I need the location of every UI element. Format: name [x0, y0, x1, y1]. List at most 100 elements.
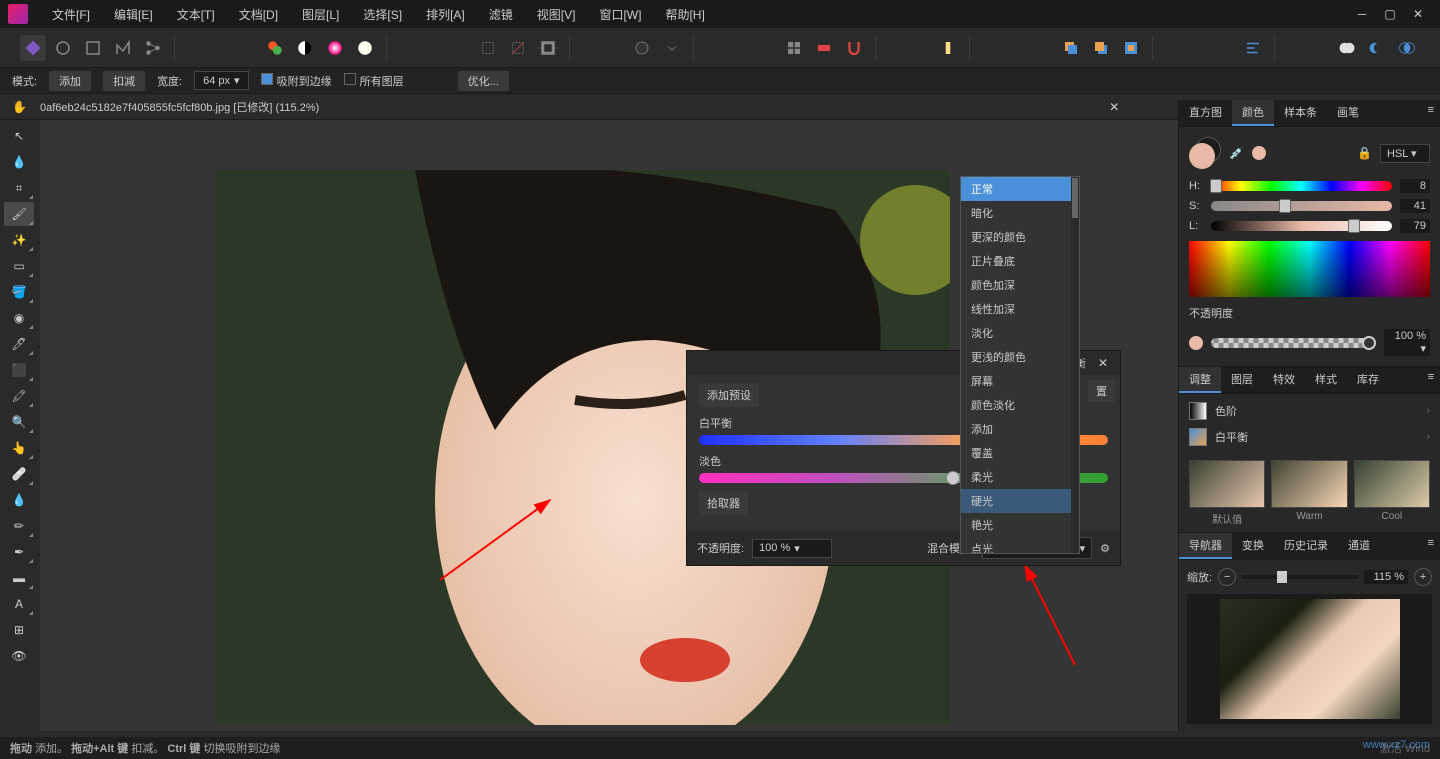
persona-export-icon[interactable]: [140, 35, 166, 61]
blend-mode-option[interactable]: 更浅的颜色: [961, 345, 1079, 369]
preset-default[interactable]: 默认值: [1189, 460, 1265, 526]
tab-histogram[interactable]: 直方图: [1179, 100, 1232, 126]
clone-tool-icon[interactable]: 🖍: [4, 384, 34, 408]
width-dropdown[interactable]: 64 px▾: [194, 71, 248, 90]
blend-mode-option[interactable]: 添加: [961, 417, 1079, 441]
blend-mode-option[interactable]: 颜色加深: [961, 273, 1079, 297]
tab-stock[interactable]: 库存: [1347, 367, 1389, 393]
zoom-slider[interactable]: [1242, 575, 1358, 579]
minimize-icon[interactable]: ─: [1356, 8, 1368, 20]
menu-edit[interactable]: 编辑[E]: [102, 6, 165, 23]
paint-brush-tool-icon[interactable]: 🖊: [4, 332, 34, 356]
hue-slider[interactable]: [1211, 181, 1392, 191]
blend-mode-option[interactable]: 点光: [961, 537, 1079, 554]
menu-window[interactable]: 窗口[W]: [587, 6, 653, 23]
mesh-tool-icon[interactable]: ⊞: [4, 618, 34, 642]
pen-tool-icon[interactable]: ✒: [4, 540, 34, 564]
tab-adjustments[interactable]: 调整: [1179, 367, 1221, 393]
all-layers-checkbox[interactable]: 所有图层: [344, 73, 404, 89]
snap-icon[interactable]: [811, 35, 837, 61]
magic-wand-tool-icon[interactable]: ✨: [4, 228, 34, 252]
tab-color[interactable]: 颜色: [1232, 100, 1274, 126]
menu-layer[interactable]: 图层[L]: [290, 6, 351, 23]
blend-mode-option[interactable]: 柔光: [961, 465, 1079, 489]
wb-picker-button[interactable]: 拾取器: [699, 491, 748, 515]
blur-tool-icon[interactable]: 💧: [4, 488, 34, 512]
mode-subtract-button[interactable]: 扣减: [103, 71, 145, 91]
opacity-slider[interactable]: [1211, 338, 1376, 348]
persona-liquify-icon[interactable]: [50, 35, 76, 61]
tab-styles[interactable]: 样式: [1305, 367, 1347, 393]
text-tool-icon[interactable]: A: [4, 592, 34, 616]
tab-effects[interactable]: 特效: [1263, 367, 1305, 393]
tab-navigator[interactable]: 导航器: [1179, 533, 1232, 559]
opacity-value-dropdown[interactable]: 100 % ▾: [1384, 329, 1430, 356]
wb-gear-icon[interactable]: ⚙: [1100, 542, 1110, 555]
zoom-value[interactable]: 115 %: [1364, 570, 1408, 584]
menu-select[interactable]: 选择[S]: [351, 6, 414, 23]
erase-tool-icon[interactable]: ⬛: [4, 358, 34, 382]
tab-swatches[interactable]: 样本条: [1274, 100, 1327, 126]
panel-menu-icon[interactable]: ≡: [1422, 367, 1440, 393]
blend-mode-option[interactable]: 艳光: [961, 513, 1079, 537]
boolean-subtract-icon[interactable]: [1364, 35, 1390, 61]
boolean-intersect-icon[interactable]: [1394, 35, 1420, 61]
grid-icon[interactable]: [781, 35, 807, 61]
color-spectrum[interactable]: [1189, 241, 1430, 297]
inpaint-tool-icon[interactable]: 👆: [4, 436, 34, 460]
boolean-add-icon[interactable]: [1334, 35, 1360, 61]
menu-filters[interactable]: 滤镜: [477, 6, 525, 23]
color-picker-tool-icon[interactable]: 💧: [4, 150, 34, 174]
color-model-dropdown[interactable]: HSL ▾: [1380, 144, 1430, 163]
color-swatch-main[interactable]: [1189, 137, 1221, 169]
blend-mode-option[interactable]: 线性加深: [961, 297, 1079, 321]
color-ball-icon[interactable]: [352, 35, 378, 61]
panel-menu-icon[interactable]: ≡: [1422, 100, 1440, 126]
optimize-button[interactable]: 优化...: [458, 71, 509, 91]
light-slider[interactable]: [1211, 221, 1392, 231]
flood-tool-icon[interactable]: 🪣: [4, 280, 34, 304]
selection-invert-icon[interactable]: [535, 35, 561, 61]
persona-develop-icon[interactable]: [80, 35, 106, 61]
panel-menu-icon[interactable]: ≡: [1422, 533, 1440, 559]
mode-add-button[interactable]: 添加: [49, 71, 91, 91]
dropdown-caret-icon[interactable]: [659, 35, 685, 61]
adjustment-white-balance[interactable]: 白平衡 ›: [1179, 424, 1440, 450]
blend-mode-option[interactable]: 淡化: [961, 321, 1079, 345]
assistant-icon[interactable]: [935, 35, 961, 61]
tab-layers[interactable]: 图层: [1221, 367, 1263, 393]
persona-photo-icon[interactable]: [20, 35, 46, 61]
blend-mode-option[interactable]: 正常: [961, 177, 1079, 201]
tab-transform[interactable]: 变换: [1232, 533, 1274, 559]
wb-panel-close-icon[interactable]: ✕: [1094, 356, 1112, 370]
blend-mode-option[interactable]: 暗化: [961, 201, 1079, 225]
color-swap-icon[interactable]: [262, 35, 288, 61]
menu-file[interactable]: 文件[F]: [40, 6, 102, 23]
zoom-in-button[interactable]: +: [1414, 568, 1432, 586]
menu-text[interactable]: 文本[T]: [165, 6, 227, 23]
arrange-back-icon[interactable]: [1088, 35, 1114, 61]
maximize-icon[interactable]: ▢: [1384, 8, 1396, 20]
persona-tone-icon[interactable]: [110, 35, 136, 61]
hue-value[interactable]: 8: [1400, 179, 1430, 193]
crop-tool-icon[interactable]: ⌗: [4, 176, 34, 200]
arrange-inside-icon[interactable]: [1118, 35, 1144, 61]
menu-help[interactable]: 帮助[H]: [653, 6, 716, 23]
blend-mode-option[interactable]: 正片叠底: [961, 249, 1079, 273]
blend-mode-option[interactable]: 颜色淡化: [961, 393, 1079, 417]
magnet-icon[interactable]: [841, 35, 867, 61]
selection-deselect-icon[interactable]: [505, 35, 531, 61]
view-tool-icon[interactable]: 👁: [4, 644, 34, 668]
zoom-tool-icon[interactable]: 🔍: [4, 410, 34, 434]
blend-mode-option[interactable]: 硬光: [961, 489, 1079, 513]
blend-mode-option[interactable]: 更深的颜色: [961, 225, 1079, 249]
shape-tool-icon[interactable]: ▬: [4, 566, 34, 590]
color-wheel-icon[interactable]: [322, 35, 348, 61]
bw-icon[interactable]: [292, 35, 318, 61]
sat-slider[interactable]: [1211, 201, 1392, 211]
hand-tool-icon[interactable]: ✋: [12, 100, 27, 114]
selection-rect-icon[interactable]: [475, 35, 501, 61]
reset-button[interactable]: 置: [1088, 380, 1115, 402]
zoom-out-button[interactable]: −: [1218, 568, 1236, 586]
snap-edges-checkbox[interactable]: 吸附到边缘: [261, 73, 332, 89]
